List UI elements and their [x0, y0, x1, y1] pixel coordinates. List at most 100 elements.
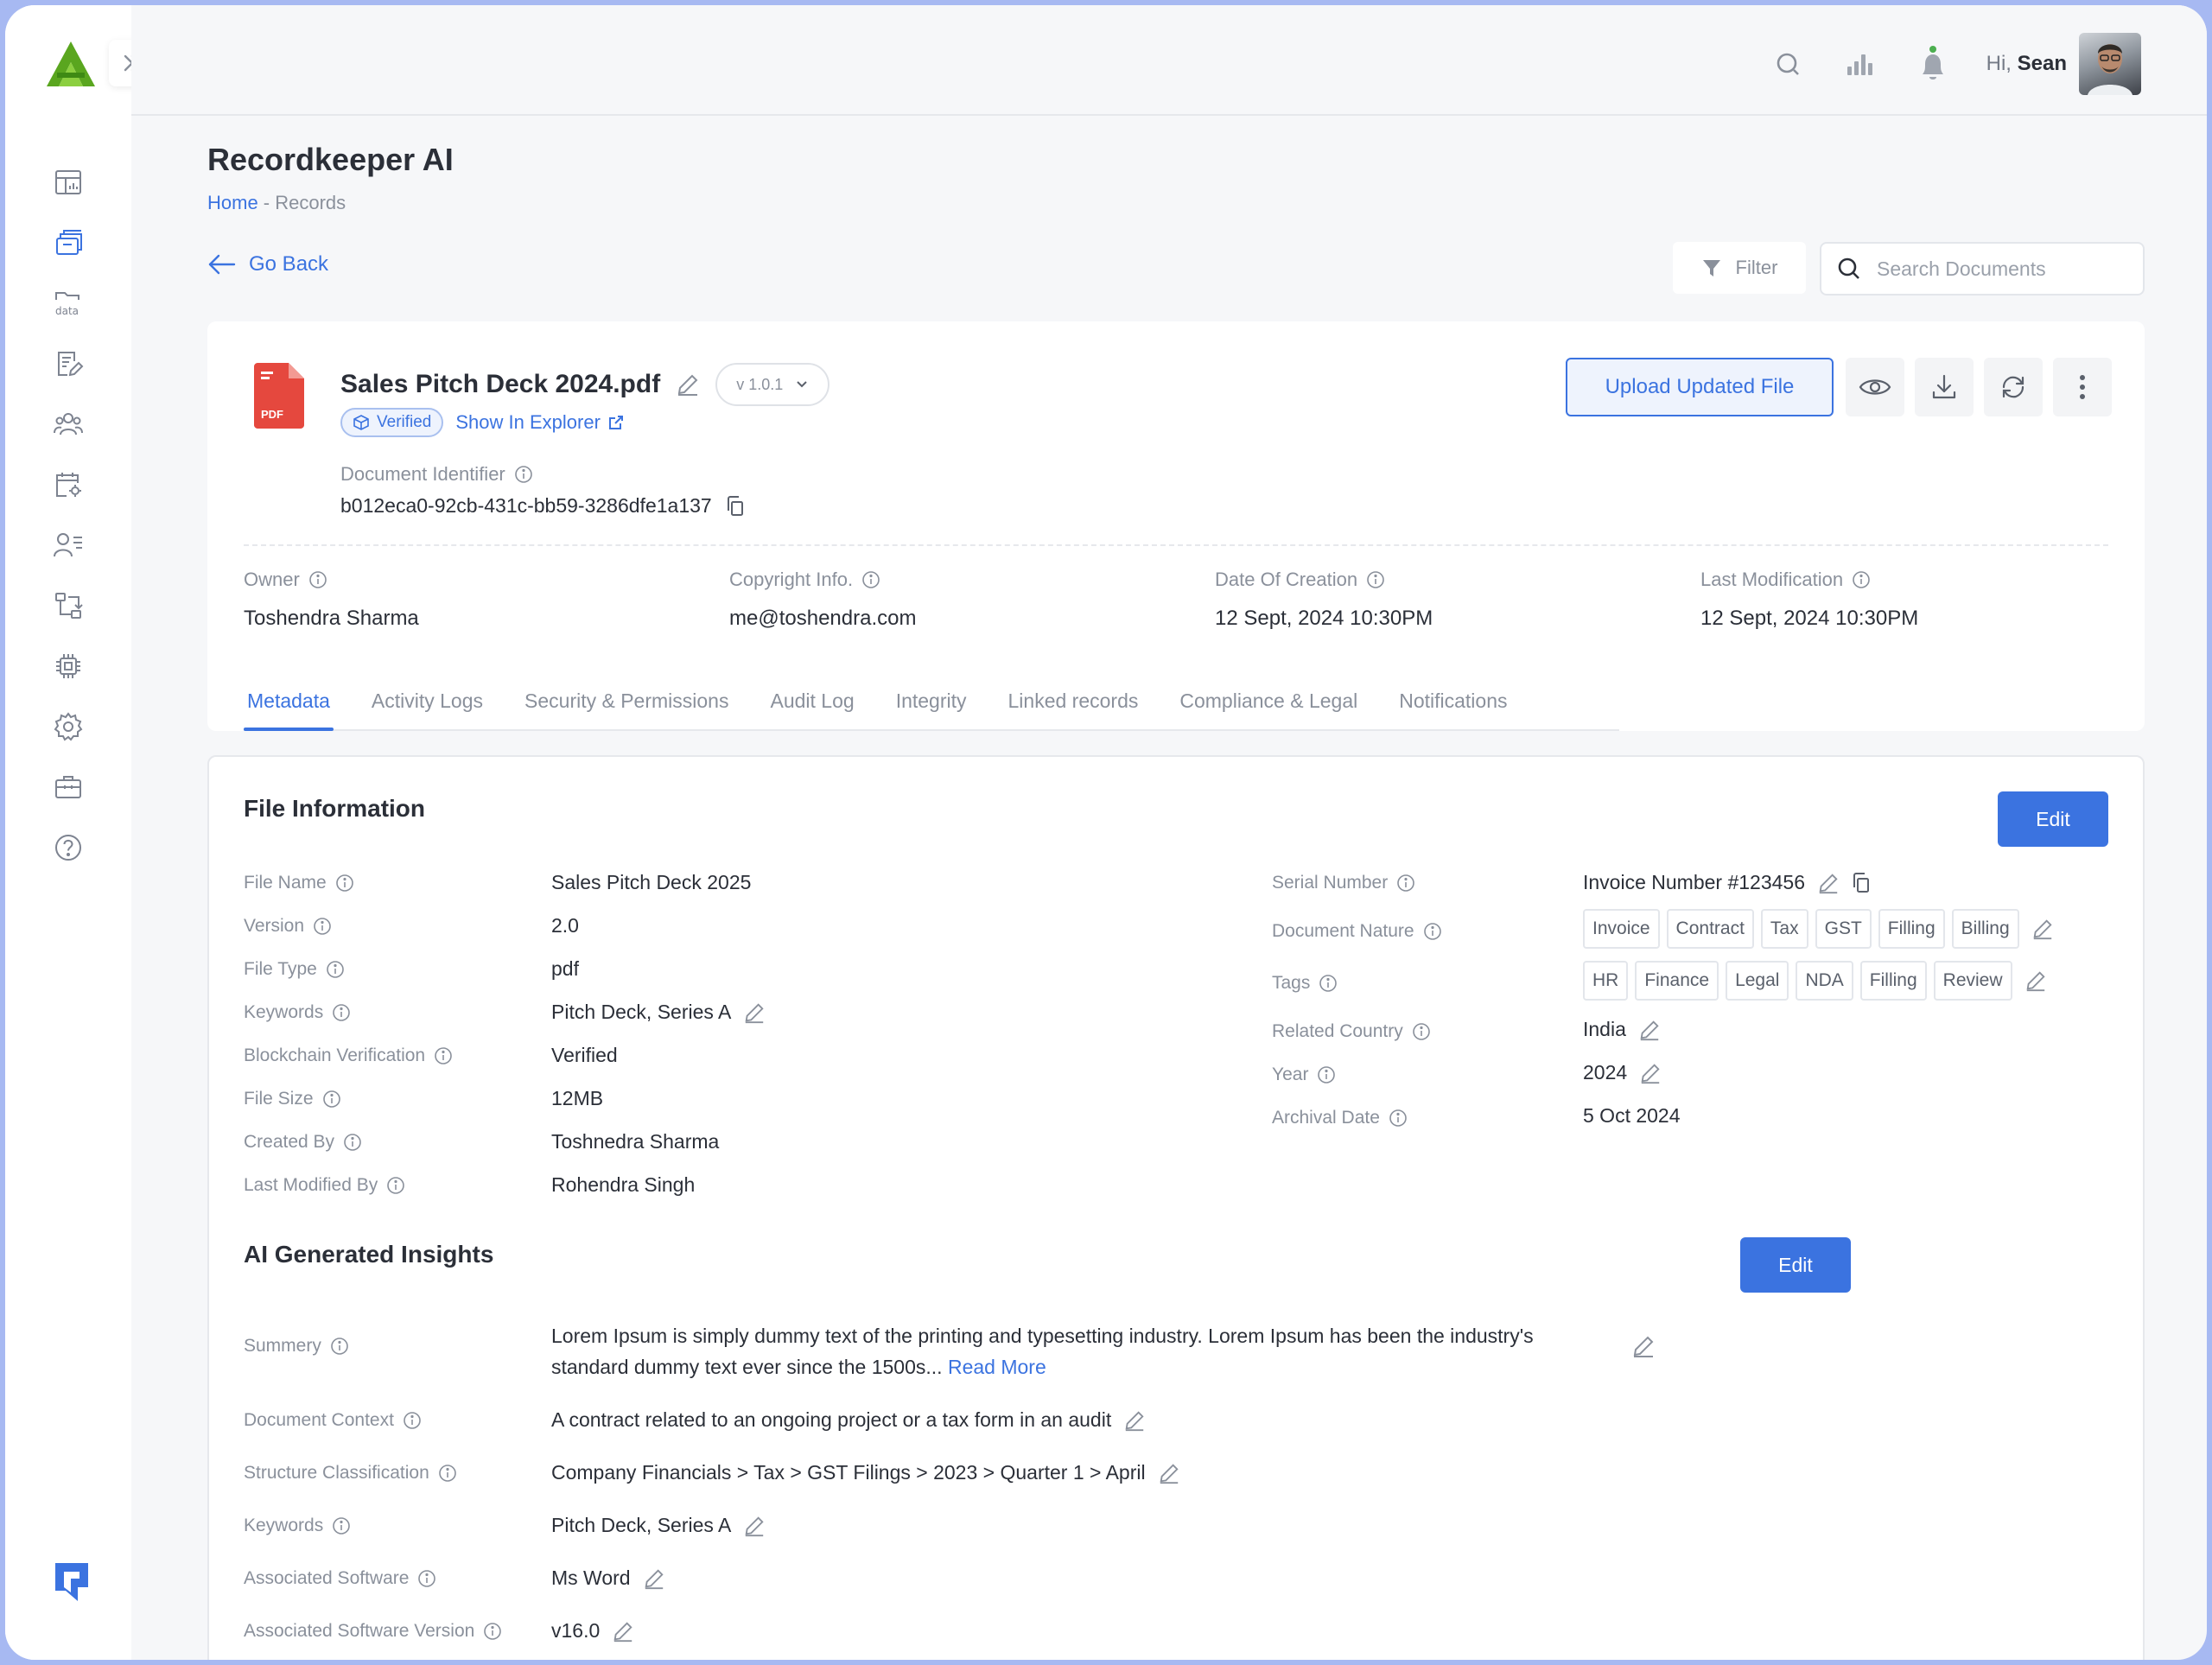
search-placeholder: Search Documents: [1877, 257, 2046, 280]
chip[interactable]: Filling: [1859, 961, 1927, 1001]
breadcrumb-current: Records: [275, 192, 346, 213]
go-back-link[interactable]: Go Back: [207, 252, 328, 276]
chip[interactable]: Billing: [1951, 909, 2019, 949]
search-documents-input[interactable]: Search Documents: [1820, 242, 2145, 296]
tab-integrity[interactable]: Integrity: [893, 667, 970, 729]
pencil-icon[interactable]: [1158, 1462, 1180, 1484]
sync-button[interactable]: [1984, 358, 2043, 416]
copy-icon[interactable]: [726, 495, 745, 517]
user-list-icon: [54, 533, 82, 557]
archival-date-value: 5 Oct 2024: [1583, 1104, 1681, 1127]
pencil-icon[interactable]: [1817, 872, 1840, 894]
tab-metadata[interactable]: Metadata: [244, 667, 334, 731]
ai-insight-value: A contract related to an ongoing project…: [551, 1408, 1146, 1432]
file-info-label: Created By: [244, 1132, 362, 1153]
sidebar-item-data[interactable]: data: [5, 273, 131, 334]
info-icon: [308, 571, 327, 588]
chip[interactable]: Tax: [1760, 909, 1808, 949]
notifications-button[interactable]: [1914, 45, 1952, 83]
chip[interactable]: Contract: [1666, 909, 1754, 949]
archival-date-label: Archival Date: [1272, 1108, 1408, 1128]
tab-notifications[interactable]: Notifications: [1395, 667, 1510, 729]
tab-compliance-legal[interactable]: Compliance & Legal: [1176, 667, 1361, 729]
edit-name-pencil-icon[interactable]: [676, 372, 700, 397]
info-icon: [438, 1465, 456, 1482]
chip[interactable]: Filling: [1878, 909, 1945, 949]
briefcase-icon: [55, 776, 81, 798]
document-header-card: PDF Sales Pitch Deck 2024.pdf v 1.0.1 Ve…: [207, 321, 2145, 731]
pencil-icon[interactable]: [1638, 1019, 1661, 1041]
pencil-icon[interactable]: [643, 1567, 665, 1590]
avatar[interactable]: [2079, 33, 2141, 95]
sidebar-item-archive[interactable]: [5, 213, 131, 273]
sidebar: data: [5, 5, 156, 1660]
file-info-value: Verified: [551, 1044, 618, 1066]
edit-ai-insights-button[interactable]: Edit: [1740, 1237, 1851, 1293]
filter-button[interactable]: Filter: [1673, 242, 1806, 294]
ai-insight-value: Ms Word: [551, 1566, 665, 1590]
sidebar-item-help[interactable]: [5, 817, 131, 878]
sidebar-item-documents[interactable]: [5, 334, 131, 394]
sidebar-item-team[interactable]: [5, 515, 131, 575]
tab-linked-records[interactable]: Linked records: [1005, 667, 1142, 729]
ai-insight-value: Company Financials > Tax > GST Filings >…: [551, 1461, 1180, 1484]
chip[interactable]: Review: [1933, 961, 2012, 1001]
app-logo-icon[interactable]: [45, 40, 97, 88]
upload-updated-file-button[interactable]: Upload Updated File: [1566, 358, 1834, 416]
file-info-value: Sales Pitch Deck 2025: [551, 871, 752, 893]
preview-button[interactable]: [1846, 358, 1904, 416]
more-options-button[interactable]: [2053, 358, 2112, 416]
chip[interactable]: Invoice: [1583, 909, 1660, 949]
tab-audit-log[interactable]: Audit Log: [766, 667, 857, 729]
file-info-label: Blockchain Verification: [244, 1045, 453, 1066]
pencil-icon[interactable]: [743, 1001, 766, 1024]
chip[interactable]: Legal: [1726, 961, 1789, 1001]
dashboard-icon: [55, 170, 81, 194]
info-icon: [1319, 975, 1338, 992]
read-more-link[interactable]: Read More: [948, 1356, 1046, 1378]
sidebar-item-users[interactable]: [5, 394, 131, 454]
edit-file-info-button[interactable]: Edit: [1998, 791, 2108, 847]
info-icon: [333, 1517, 351, 1535]
user-menu[interactable]: Hi, Sean: [1986, 33, 2141, 95]
pencil-icon[interactable]: [1123, 1409, 1146, 1432]
sidebar-item-dashboard[interactable]: [5, 152, 131, 213]
users-icon: [54, 413, 83, 435]
pencil-icon[interactable]: [2031, 918, 2054, 940]
tab-security-permissions[interactable]: Security & Permissions: [521, 667, 732, 729]
breadcrumb-home-link[interactable]: Home: [207, 192, 258, 213]
file-info-value: 2.0: [551, 914, 579, 937]
pencil-icon[interactable]: [2024, 969, 2047, 992]
pencil-icon[interactable]: [1631, 1334, 1656, 1358]
sidebar-item-workspace[interactable]: [5, 757, 131, 817]
sidebar-item-settings[interactable]: [5, 696, 131, 757]
info-icon: [514, 466, 532, 483]
chip[interactable]: GST: [1815, 909, 1872, 949]
archive-box-icon: [56, 230, 82, 255]
pencil-icon[interactable]: [1639, 1062, 1662, 1084]
version-dropdown[interactable]: v 1.0.1: [715, 363, 830, 406]
tags-chips: HR Finance Legal NDA Filling Review: [1583, 961, 2047, 1001]
show-in-explorer-link[interactable]: Show In Explorer: [455, 411, 625, 434]
ai-insight-value: Pitch Deck, Series A: [551, 1514, 766, 1537]
global-search-button[interactable]: [1769, 45, 1807, 83]
chip[interactable]: NDA: [1796, 961, 1853, 1001]
summary-label: Summery: [244, 1336, 349, 1357]
calendar-settings-icon: [56, 473, 81, 497]
file-info-label: Version: [244, 916, 332, 937]
tab-activity-logs[interactable]: Activity Logs: [368, 667, 486, 729]
analytics-button[interactable]: [1841, 45, 1879, 83]
pencil-icon[interactable]: [612, 1620, 634, 1643]
copy-icon[interactable]: [1852, 872, 1871, 893]
pencil-icon[interactable]: [743, 1515, 766, 1537]
file-info-value: Rohendra Singh: [551, 1173, 696, 1196]
document-nature-chips: Invoice Contract Tax GST Filling Billing: [1583, 909, 2054, 949]
sidebar-item-ai-engine[interactable]: [5, 636, 131, 696]
chip-list: HR Finance Legal NDA Filling Review: [1583, 961, 2012, 1001]
download-button[interactable]: [1915, 358, 1974, 416]
chip[interactable]: Finance: [1635, 961, 1719, 1001]
sidebar-item-schedule[interactable]: [5, 454, 131, 515]
sidebar-item-workflows[interactable]: [5, 575, 131, 636]
chip[interactable]: HR: [1583, 961, 1629, 1001]
divider: [244, 544, 2108, 546]
